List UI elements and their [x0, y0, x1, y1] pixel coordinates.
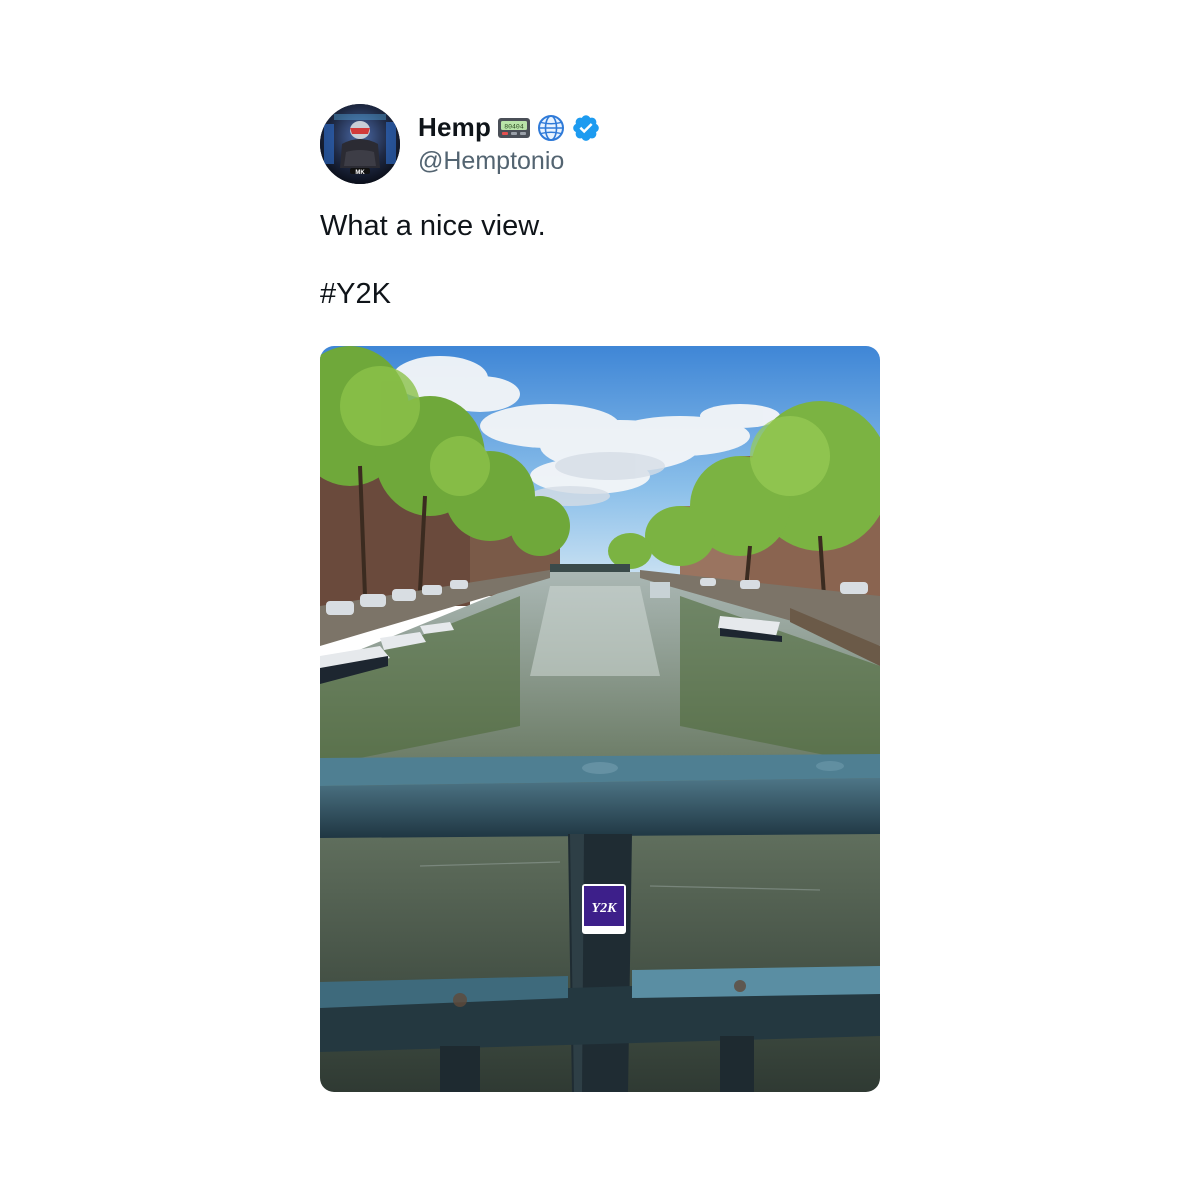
canal-photo: Y2K [320, 346, 880, 1092]
display-name[interactable]: Hemp [418, 112, 491, 143]
hashtag-link[interactable]: #Y2K [320, 276, 880, 312]
y2k-sticker: Y2K [582, 884, 626, 934]
author-names: Hemp 80404 @Hemptonio [418, 112, 601, 176]
sticker-text: Y2K [592, 901, 619, 916]
author-handle[interactable]: @Hemptonio [418, 147, 601, 176]
pager-icon: 80404 [497, 116, 531, 140]
tweet-card: MK Hemp 80404 @Hemptonio What a nice vie… [320, 104, 880, 312]
tweet-photo[interactable]: Y2K [320, 346, 880, 1092]
name-row: Hemp 80404 [418, 112, 601, 143]
avatar-image: MK [320, 104, 400, 184]
tweet-header: MK Hemp 80404 @Hemptonio [320, 104, 880, 184]
verified-badge-icon [571, 113, 601, 143]
tweet-text-line: What a nice view. [320, 210, 546, 242]
avatar-badge: MK [355, 170, 365, 176]
avatar[interactable]: MK [320, 104, 400, 184]
globe-icon [537, 114, 565, 142]
tweet-text: What a nice view. #Y2K [320, 208, 880, 312]
pager-display: 80404 [504, 123, 524, 130]
